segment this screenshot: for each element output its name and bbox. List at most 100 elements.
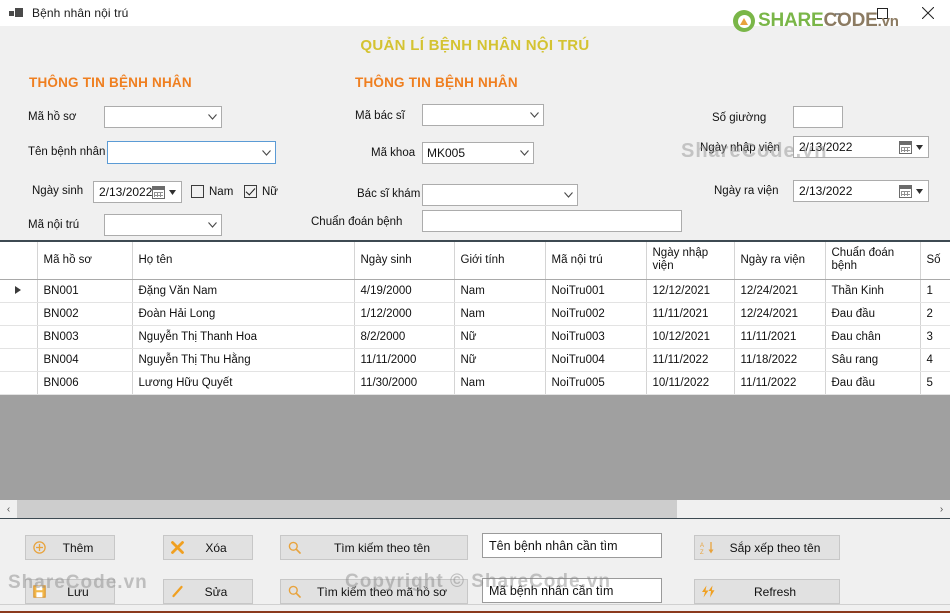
grid-horizontal-scrollbar[interactable]: ‹ › <box>0 500 950 518</box>
col-ngay-sinh[interactable]: Ngày sinh <box>354 242 455 280</box>
refresh-button[interactable]: Refresh <box>694 579 840 604</box>
col-ma-ho-so[interactable]: Mã hồ sơ <box>37 242 133 280</box>
cell-gioi-tinh[interactable]: Nam <box>454 371 546 395</box>
ma-khoa-combobox[interactable]: MK005 <box>422 142 534 164</box>
add-button[interactable]: Thêm <box>25 535 115 560</box>
cell-ho-ten[interactable]: Nguyễn Thị Thanh Hoa <box>132 325 355 349</box>
col-ngay-ra-vien[interactable]: Ngày ra viện <box>734 242 826 280</box>
cell-ngay-nhap-vien[interactable]: 11/11/2022 <box>646 348 735 372</box>
maximize-button[interactable] <box>860 0 905 26</box>
cell-gioi-tinh[interactable]: Nữ <box>454 325 546 349</box>
ngay-ra-vien-datepicker[interactable]: 2/13/2022 <box>793 180 929 202</box>
cell-ho-ten[interactable]: Lương Hữu Quyết <box>132 371 355 395</box>
so-giuong-input[interactable] <box>793 106 843 128</box>
row-selector[interactable] <box>0 279 38 303</box>
section-header-patient-left: THÔNG TIN BỆNH NHÂN <box>29 75 192 90</box>
cell-ma-ho-so[interactable]: BN002 <box>37 302 133 326</box>
cell-chuan-doan-benh[interactable]: Đau đầu <box>825 302 921 326</box>
cell-ma-ho-so[interactable]: BN003 <box>37 325 133 349</box>
row-selector[interactable] <box>0 325 38 349</box>
cell-so-giuong[interactable]: 4 <box>920 348 950 372</box>
cell-so-giuong[interactable]: 1 <box>920 279 950 303</box>
cell-ngay-nhap-vien[interactable]: 11/11/2021 <box>646 302 735 326</box>
cell-chuan-doan-benh[interactable]: Thần Kinh <box>825 279 921 303</box>
search-code-input[interactable]: Mã bệnh nhân cần tìm <box>482 578 662 603</box>
minimize-button[interactable] <box>815 0 860 26</box>
row-selector[interactable] <box>0 371 38 395</box>
row-selector[interactable] <box>0 348 38 372</box>
delete-button[interactable]: Xóa <box>163 535 253 560</box>
table-row[interactable]: BN003 Nguyễn Thị Thanh Hoa 8/2/2000 Nữ N… <box>0 325 950 349</box>
cell-ngay-nhap-vien[interactable]: 10/12/2021 <box>646 325 735 349</box>
col-chuan-doan-benh[interactable]: Chuẩn đoán bệnh <box>825 242 921 280</box>
scrollbar-track[interactable] <box>17 500 933 518</box>
cell-ngay-ra-vien[interactable]: 12/24/2021 <box>734 302 826 326</box>
cell-so-giuong[interactable]: 5 <box>920 371 950 395</box>
cell-ma-noi-tru[interactable]: NoiTru002 <box>545 302 647 326</box>
cell-chuan-doan-benh[interactable]: Đau chân <box>825 325 921 349</box>
cell-chuan-doan-benh[interactable]: Đau đầu <box>825 371 921 395</box>
cell-ngay-nhap-vien[interactable]: 10/11/2022 <box>646 371 735 395</box>
col-ho-ten[interactable]: Họ tên <box>132 242 355 280</box>
cell-ngay-ra-vien[interactable]: 11/11/2021 <box>734 325 826 349</box>
scroll-left-button[interactable]: ‹ <box>0 500 17 518</box>
close-button[interactable] <box>905 0 950 26</box>
cell-ho-ten[interactable]: Đặng Văn Nam <box>132 279 355 303</box>
cell-ma-ho-so[interactable]: BN004 <box>37 348 133 372</box>
col-ma-noi-tru[interactable]: Mã nội trú <box>545 242 647 280</box>
cell-chuan-doan-benh[interactable]: Sâu rang <box>825 348 921 372</box>
cell-ngay-sinh[interactable]: 8/2/2000 <box>354 325 455 349</box>
cell-ma-ho-so[interactable]: BN006 <box>37 371 133 395</box>
table-row[interactable]: BN006 Lương Hữu Quyết 11/30/2000 Nam Noi… <box>0 371 950 395</box>
ma-noi-tru-combobox[interactable] <box>104 214 222 236</box>
cell-ma-ho-so[interactable]: BN001 <box>37 279 133 303</box>
cell-ngay-nhap-vien[interactable]: 12/12/2021 <box>646 279 735 303</box>
cell-ma-noi-tru[interactable]: NoiTru005 <box>545 371 647 395</box>
patients-datagrid[interactable]: Mã hồ sơ Họ tên Ngày sinh Giới tính Mã n… <box>0 240 950 519</box>
ma-bac-si-combobox[interactable] <box>422 104 544 126</box>
cell-so-giuong[interactable]: 3 <box>920 325 950 349</box>
row-selector-header[interactable] <box>0 242 38 280</box>
cell-ma-noi-tru[interactable]: NoiTru003 <box>545 325 647 349</box>
checkbox-nam[interactable]: Nam <box>191 185 233 198</box>
cell-ngay-sinh[interactable]: 11/11/2000 <box>354 348 455 372</box>
scroll-right-button[interactable]: › <box>933 500 950 518</box>
col-so-giuong[interactable]: Số <box>920 242 950 280</box>
search-by-name-button[interactable]: Tìm kiếm theo tên <box>280 535 468 560</box>
chuan-doan-benh-input[interactable] <box>422 210 682 232</box>
col-gioi-tinh[interactable]: Giới tính <box>454 242 546 280</box>
checkbox-nu[interactable]: Nữ <box>244 185 278 198</box>
cell-gioi-tinh[interactable]: Nữ <box>454 348 546 372</box>
edit-button[interactable]: Sửa <box>163 579 253 604</box>
save-button[interactable]: Lưu <box>25 579 115 604</box>
table-row[interactable]: BN001 Đặng Văn Nam 4/19/2000 Nam NoiTru0… <box>0 279 950 303</box>
cell-ngay-sinh[interactable]: 1/12/2000 <box>354 302 455 326</box>
cell-ho-ten[interactable]: Đoàn Hải Long <box>132 302 355 326</box>
cell-ngay-sinh[interactable]: 11/30/2000 <box>354 371 455 395</box>
sort-by-name-button[interactable]: A Z Sắp xếp theo tên <box>694 535 840 560</box>
cell-ngay-sinh[interactable]: 4/19/2000 <box>354 279 455 303</box>
cell-ma-noi-tru[interactable]: NoiTru001 <box>545 279 647 303</box>
label-ngay-nhap-vien: Ngày nhập viện <box>700 142 780 154</box>
chevron-down-icon <box>560 185 577 205</box>
search-name-input[interactable]: Tên bệnh nhân cần tìm <box>482 533 662 558</box>
ten-benh-nhan-combobox[interactable] <box>107 141 276 164</box>
cell-so-giuong[interactable]: 2 <box>920 302 950 326</box>
col-ngay-nhap-vien[interactable]: Ngày nhập viện <box>646 242 735 280</box>
cell-ngay-ra-vien[interactable]: 12/24/2021 <box>734 279 826 303</box>
table-row[interactable]: BN002 Đoàn Hải Long 1/12/2000 Nam NoiTru… <box>0 302 950 326</box>
cell-gioi-tinh[interactable]: Nam <box>454 279 546 303</box>
cell-ngay-ra-vien[interactable]: 11/18/2022 <box>734 348 826 372</box>
ngay-sinh-datepicker[interactable]: 2/13/2022 <box>93 181 182 203</box>
scrollbar-thumb[interactable] <box>17 500 677 518</box>
cell-ho-ten[interactable]: Nguyễn Thị Thu Hằng <box>132 348 355 372</box>
cell-ma-noi-tru[interactable]: NoiTru004 <box>545 348 647 372</box>
bac-si-kham-combobox[interactable] <box>422 184 578 206</box>
ngay-nhap-vien-datepicker[interactable]: 2/13/2022 <box>793 136 929 158</box>
row-selector[interactable] <box>0 302 38 326</box>
table-row[interactable]: BN004 Nguyễn Thị Thu Hằng 11/11/2000 Nữ … <box>0 348 950 372</box>
cell-gioi-tinh[interactable]: Nam <box>454 302 546 326</box>
cell-ngay-ra-vien[interactable]: 11/11/2022 <box>734 371 826 395</box>
search-by-code-button[interactable]: Tìm kiếm theo mã hồ sơ <box>280 579 468 604</box>
ma-ho-so-combobox[interactable] <box>104 106 222 128</box>
